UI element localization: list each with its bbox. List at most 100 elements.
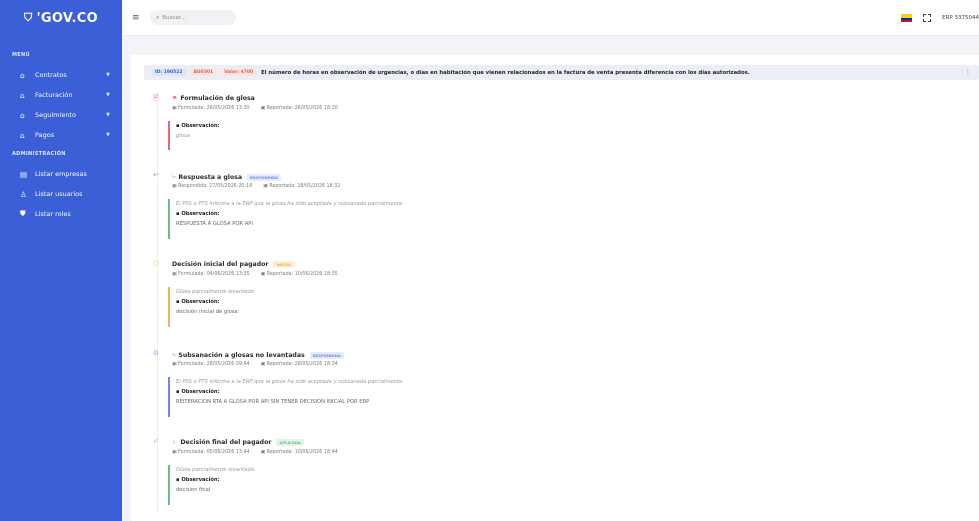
sidebar-item-seguimiento[interactable]: ⌂ Seguimiento ▼ xyxy=(0,105,122,125)
logo-text: 'GOV.CO xyxy=(36,10,98,26)
sidebar-item-label: Contratos xyxy=(35,71,67,79)
search-icon: ⌕ xyxy=(156,13,160,21)
circle-icon: ○ xyxy=(153,259,160,267)
sidebar-item-pagos[interactable]: ⌂ Pagos ▼ xyxy=(0,125,122,145)
observation-label: ▪ Observación: xyxy=(176,389,220,395)
sidebar-item-label: Listar usuarios xyxy=(35,190,83,198)
admin-section-label: ADMINISTRACIÓN xyxy=(12,151,66,157)
event-meta: ▣ Formulada: 04/06/2026 13:35 ▣ Reportad… xyxy=(172,272,338,277)
event-date-b: Reportada: 10/06/2026 18:44 xyxy=(266,450,338,455)
event-text: El PSS o PTS informa a la ERP que la glo… xyxy=(176,379,404,385)
status-badge: APLICADA xyxy=(276,439,304,446)
event-date-b: Reportada: 10/06/2026 18:35 xyxy=(266,272,338,277)
home-icon: ⌂ xyxy=(20,110,25,120)
event-meta: ▣ Formulada: 05/06/2026 13:44 ▣ Reportad… xyxy=(172,450,338,455)
event-title-text: Formulación de glosa xyxy=(180,95,255,102)
card-accent-bar xyxy=(168,287,170,327)
reply-icon: ↩ xyxy=(153,171,159,179)
calendar-icon: ▣ xyxy=(172,450,177,455)
calendar-icon: ▣ xyxy=(172,184,177,189)
erp-label[interactable]: ERP 3375044 xyxy=(942,15,979,21)
calendar-icon: ▣ xyxy=(260,106,266,111)
event-text: Glosa parcialmente levantada xyxy=(176,289,254,295)
search-input[interactable] xyxy=(162,14,223,21)
fullscreen-icon[interactable] xyxy=(923,14,932,22)
event-meta: ▣ Respondida: 27/05/2026 20:18 ▣ Reporta… xyxy=(172,184,340,189)
calendar-icon: ▣ xyxy=(172,362,177,367)
observation-label: ▪ Observación: xyxy=(176,477,220,483)
sidebar-item-label: Facturación xyxy=(35,91,73,99)
arrow-icon: ⤷ xyxy=(172,351,176,358)
sidebar: ⛉ 'GOV.CO MENÚ ⌂ Contratos ▼ ⌂ Facturaci… xyxy=(0,0,122,521)
event-title: Decisión inicial del pagador INICIAL xyxy=(172,261,296,268)
event-title: ⚑ Formulación de glosa xyxy=(172,95,255,102)
event-date-a: Respondida: 27/05/2026 20:18 xyxy=(178,184,253,189)
main-content: ID: 190522 AU0301 Valor: $700 El número … xyxy=(131,43,979,521)
home-icon: ⌂ xyxy=(20,130,25,140)
observation-value: glosa xyxy=(176,133,190,139)
status-badge: RESPONDIDA xyxy=(247,173,282,181)
check-icon: ✓ xyxy=(153,437,159,445)
event-card: El PSS o PTS informa a la ERP que la glo… xyxy=(168,199,404,239)
event-date-a: Formulada: 04/06/2026 13:35 xyxy=(178,272,250,277)
search-box[interactable]: ⌕ xyxy=(150,10,236,25)
event-date-a: Formulada: 28/05/2026 09:44 xyxy=(178,362,250,367)
sidebar-item-label: Listar roles xyxy=(35,210,71,218)
sidebar-item-contratos[interactable]: ⌂ Contratos ▼ xyxy=(0,65,122,85)
user-icon: ♙ xyxy=(20,189,27,199)
home-icon: ⌂ xyxy=(20,70,25,80)
event-date-b: Reportada: 28/05/2026 18:32 xyxy=(269,184,341,189)
sidebar-item-label: Seguimiento xyxy=(35,111,76,119)
sidebar-item-listar-usuarios[interactable]: ♙ Listar usuarios xyxy=(0,184,122,204)
event-date-a: Formulada: 26/05/2026 13:30 xyxy=(178,106,250,111)
observation-value: REITERACION RTA A GLOSA POR API SIN TENE… xyxy=(176,399,370,405)
event-text: Glosa parcialmente levantada xyxy=(176,467,254,473)
status-badge: RESPONDIDA xyxy=(309,351,344,359)
event-title-text: Decisión final del pagador xyxy=(180,439,272,446)
card-accent-bar xyxy=(168,465,170,505)
observation-value: decisión inicial de glosa xyxy=(176,309,238,315)
observation-label: ▪ Observación: xyxy=(176,211,220,217)
arrow-icon: ⤷ xyxy=(172,173,176,180)
sidebar-item-label: Pagos xyxy=(35,131,55,139)
sidebar-item-facturacion[interactable]: ⌂ Facturación ▼ xyxy=(0,85,122,105)
chevron-down-icon: ▼ xyxy=(106,92,110,98)
calendar-icon: ▣ xyxy=(260,450,266,455)
card-accent-bar xyxy=(168,121,170,150)
sidebar-item-label: Listar empresas xyxy=(35,170,87,178)
event-title: ⤷ Respuesta a glosa RESPONDIDA xyxy=(172,173,282,181)
event-card: El PSS o PTS informa a la ERP que la glo… xyxy=(168,377,404,417)
menu-section-label: MENÚ xyxy=(12,52,30,58)
observation-label: ▪ Observación: xyxy=(176,123,220,129)
event-title-text: Decisión inicial del pagador xyxy=(172,261,269,268)
calendar-icon: ▣ xyxy=(260,272,266,277)
event-card: Glosa parcialmente levantada ▪ Observaci… xyxy=(168,287,254,327)
colombia-flag-icon[interactable] xyxy=(901,14,913,22)
calendar-icon: ▣ xyxy=(263,184,268,189)
calendar-icon: ▣ xyxy=(172,272,177,277)
timeline: 🗎 ⚑ Formulación de glosa ▣ Formulada: 26… xyxy=(131,43,979,521)
timeline-line xyxy=(157,103,158,513)
building-icon: ▤ xyxy=(20,169,28,179)
logo[interactable]: ⛉ 'GOV.CO xyxy=(0,0,122,36)
topbar: ≡ ⌕ ERP 3375044 xyxy=(122,0,979,36)
event-date-b: Reportada: 26/05/2026 18:30 xyxy=(266,106,338,111)
event-title-text: Subsanación a glosas no levantadas xyxy=(178,351,305,359)
status-badge: INICIAL xyxy=(273,261,296,268)
shield-check-icon: ⛊ xyxy=(20,209,26,218)
hamburger-menu-icon[interactable]: ≡ xyxy=(132,13,140,23)
sidebar-item-listar-empresas[interactable]: ▤ Listar empresas xyxy=(0,164,122,184)
chevron-down-icon: ▼ xyxy=(106,132,110,138)
event-text: El PSS o PTS informa a la ERP que la glo… xyxy=(176,201,404,207)
alert-icon: ⚑ xyxy=(172,95,178,102)
home-icon: ⌂ xyxy=(20,90,25,100)
sidebar-item-listar-roles[interactable]: ⛊ Listar roles xyxy=(0,204,122,224)
event-title: ⚐ Decisión final del pagador APLICADA xyxy=(172,439,304,446)
event-date-a: Formulada: 05/06/2026 13:44 xyxy=(178,450,250,455)
event-meta: ▣ Formulada: 26/05/2026 13:30 ▣ Reportad… xyxy=(172,106,338,111)
event-title-text: Respuesta a glosa xyxy=(178,173,243,181)
chevron-down-icon: ▼ xyxy=(106,72,110,78)
event-meta: ▣ Formulada: 28/05/2026 09:44 ▣ Reportad… xyxy=(172,362,338,367)
topbar-right: ERP 3375044 xyxy=(901,0,979,36)
gov-seal-icon: ⛉ xyxy=(24,11,33,24)
